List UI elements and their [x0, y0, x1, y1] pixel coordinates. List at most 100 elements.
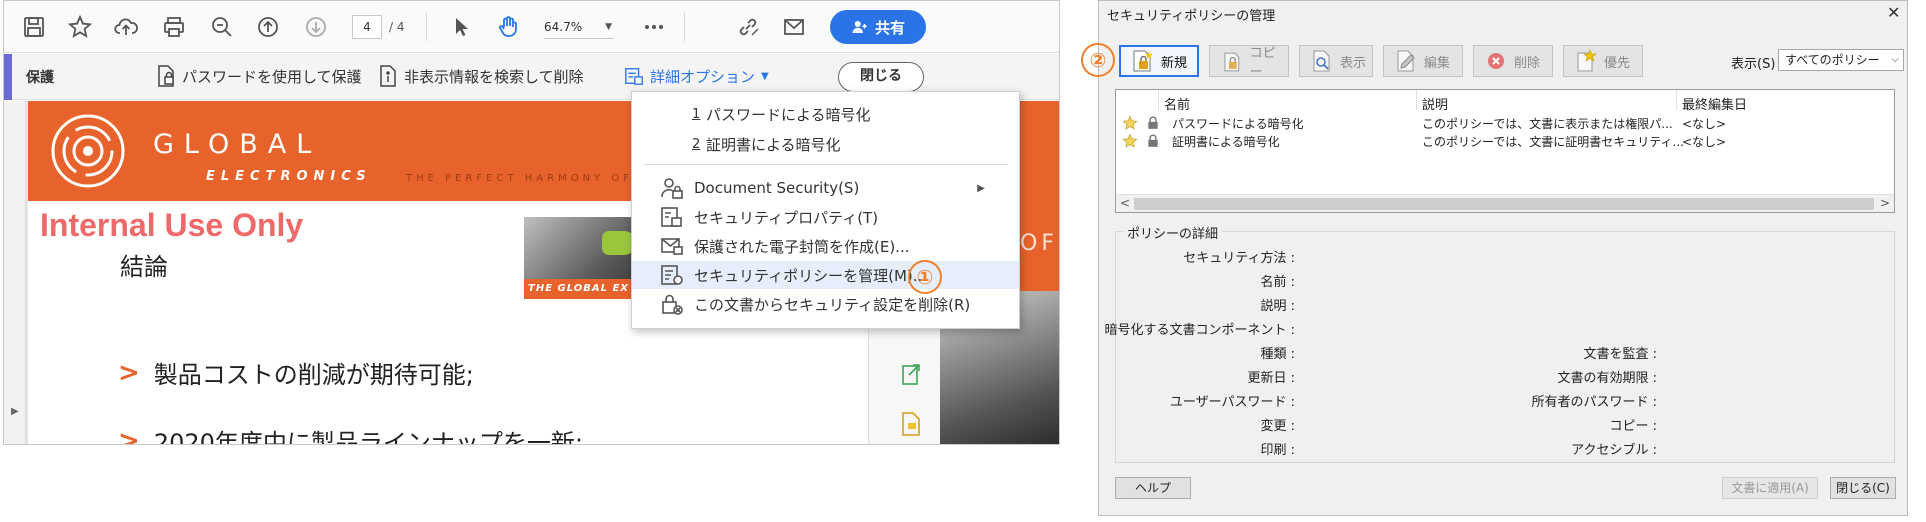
page-number-input[interactable]: 4 [352, 15, 382, 39]
top-toolbar: 4 / 4 64.7% ▼ 共有 [4, 1, 1059, 53]
toolbar-divider [426, 13, 427, 41]
bullet-text: 製品コストの削減が期待可能; [153, 361, 474, 389]
detail-label: 変更 : [1260, 419, 1295, 434]
advanced-options-menu: 1 パスワードによる暗号化 2 証明書による暗号化 Document Secur… [631, 91, 1020, 329]
column-divider [1158, 90, 1159, 110]
view-policy-button[interactable]: 表示 [1299, 45, 1373, 77]
favorite-policy-button[interactable]: 優先 [1563, 45, 1643, 77]
menu-item-label: 保護された電子封筒を作成(E)... [694, 237, 910, 256]
copy-policy-button[interactable]: コピー [1209, 45, 1289, 80]
policy-row[interactable]: 証明書による暗号化 このポリシーでは、文書に証明書セキュリティ... <なし> [1116, 132, 1894, 150]
menu-item-label: セキュリティポリシーを管理(M)... [694, 266, 928, 285]
horizontal-scrollbar[interactable]: < > [1116, 194, 1894, 212]
detail-label: ユーザーパスワード : [1169, 395, 1295, 410]
detail-label: 印刷 : [1260, 443, 1295, 458]
show-filter-value: すべてのポリシー [1785, 53, 1880, 67]
scrollbar-thumb[interactable] [1134, 198, 1874, 210]
bullet-item: > 製品コストの削減が期待可能; [118, 355, 474, 390]
document-lock-icon [158, 65, 174, 87]
user-lock-icon [661, 178, 683, 199]
menu-item-password-encryption[interactable]: 1 パスワードによる暗号化 [632, 100, 1019, 128]
menu-item-document-security[interactable]: Document Security(S) ▶ [632, 174, 1019, 202]
new-policy-button[interactable]: 新規 [1119, 45, 1199, 77]
link-sign-icon[interactable] [734, 13, 762, 41]
security-policy-dialog: セキュリティポリシーの管理 ✕ ② 新規 コピー 表示 編集 削除 優先 表示(… [1081, 0, 1908, 516]
toolbar-divider [684, 13, 685, 41]
policy-date: <なし> [1682, 135, 1727, 149]
scroll-left-icon[interactable]: < [1120, 196, 1130, 210]
menu-item-remove-security[interactable]: この文書からセキュリティ設定を削除(R) [632, 290, 1019, 318]
detail-label: 説明 : [1260, 299, 1295, 314]
bookmark-star-icon[interactable] [66, 13, 94, 41]
column-divider [1676, 90, 1677, 110]
policy-details-title: ポリシーの詳細 [1123, 223, 1223, 242]
advanced-options-dropdown[interactable]: 詳細オプション ▼ [624, 65, 769, 87]
show-filter-label: 表示(S) [1731, 57, 1776, 72]
edit-policy-button[interactable]: 編集 [1383, 45, 1463, 77]
column-header-last-modified[interactable]: 最終編集日 [1682, 94, 1747, 113]
scroll-right-icon[interactable]: > [1880, 196, 1890, 210]
lock-remove-icon [662, 294, 683, 315]
advanced-options-label: 詳細オプション [650, 67, 756, 86]
more-tools-icon[interactable] [640, 13, 668, 41]
policy-name: 証明書による暗号化 [1172, 135, 1280, 149]
zoom-out-icon[interactable] [208, 13, 236, 41]
delete-icon [1488, 53, 1504, 69]
cloud-upload-icon[interactable] [112, 13, 140, 41]
favorite-star-icon[interactable] [1122, 133, 1138, 149]
tagline: THE PERFECT HARMONY OF [406, 173, 633, 184]
menu-item-certificate-encryption[interactable]: 2 証明書による暗号化 [632, 130, 1019, 158]
detail-label: 更新日 : [1247, 371, 1295, 386]
close-protect-button[interactable]: 閉じる [838, 62, 924, 92]
favorite-star-icon[interactable] [1122, 115, 1138, 131]
delete-policy-label: 削除 [1514, 55, 1541, 71]
save-icon[interactable] [20, 13, 48, 41]
delete-policy-button[interactable]: 削除 [1473, 45, 1553, 77]
protect-accent-bar [4, 54, 12, 100]
column-divider [1416, 90, 1417, 110]
column-header-description[interactable]: 説明 [1422, 94, 1448, 113]
lock-icon [1148, 116, 1158, 129]
policy-gear-icon [661, 265, 683, 285]
page-up-icon[interactable] [254, 13, 282, 41]
detail-label: 名前 : [1260, 275, 1295, 290]
policy-description: このポリシーでは、文書に証明書セキュリティ... [1422, 135, 1685, 149]
menu-item-secure-envelope[interactable]: 保護された電子封筒を作成(E)... [632, 232, 1019, 260]
advanced-security-icon [625, 68, 643, 85]
chevron-right-icon: > [118, 357, 140, 388]
share-button[interactable]: 共有 [830, 10, 926, 44]
global-electronics-logo-icon [51, 114, 125, 188]
chevron-down-icon: ▼ [761, 70, 769, 82]
protect-with-password-button[interactable]: パスワードを使用して保護 [156, 65, 362, 87]
policy-row[interactable]: パスワードによる暗号化 このポリシーでは、文書に表示または権限パ... <なし> [1116, 114, 1894, 132]
hand-tool-icon[interactable] [494, 13, 522, 41]
select-pointer-icon[interactable] [448, 13, 476, 41]
detail-label: 暗号化する文書コンポーネント : [1104, 323, 1295, 338]
new-policy-label: 新規 [1161, 55, 1188, 71]
page-down-icon[interactable] [302, 13, 330, 41]
find-remove-hidden-button[interactable]: 非表示情報を検索して削除 [378, 65, 584, 87]
expand-panel-icon[interactable]: ▶ [11, 406, 19, 417]
detail-label: コピー : [1609, 419, 1657, 434]
favorite-policy-label: 優先 [1604, 55, 1631, 71]
print-icon[interactable] [160, 13, 188, 41]
column-header-name[interactable]: 名前 [1164, 94, 1190, 113]
email-icon[interactable] [780, 13, 808, 41]
help-button[interactable]: ヘルプ [1115, 477, 1191, 499]
favorite-star-icon [1577, 49, 1597, 72]
page-total: / 4 [389, 20, 405, 34]
detail-label: セキュリティ方法 : [1183, 251, 1295, 266]
menu-item-number: 2 [692, 136, 701, 152]
close-dialog-button[interactable]: 閉じる(C) [1830, 477, 1896, 499]
share-label: 共有 [874, 18, 905, 37]
apply-to-document-button[interactable]: 文書に適用(A) [1722, 477, 1818, 499]
close-icon[interactable]: ✕ [1887, 3, 1900, 22]
comment-doc-icon[interactable] [899, 411, 923, 437]
export-pdf-icon[interactable] [899, 361, 923, 387]
show-filter-select[interactable]: すべてのポリシー ⌵ [1778, 49, 1904, 71]
acrobat-window: 4 / 4 64.7% ▼ 共有 保護 パスワードを使用して保護 非表示情報を検… [3, 0, 1060, 445]
menu-item-security-properties[interactable]: セキュリティプロパティ(T) [632, 203, 1019, 231]
envelope-lock-icon [661, 238, 683, 255]
menu-item-manage-security-policies[interactable]: セキュリティポリシーを管理(M)... [632, 261, 1019, 289]
zoom-select[interactable]: 64.7% ▼ [544, 15, 614, 39]
